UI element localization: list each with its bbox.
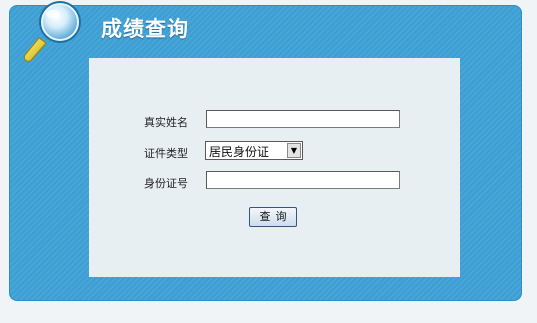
chevron-down-icon[interactable]: ▼ bbox=[287, 143, 301, 158]
id-type-selected-value: 居民身份证 bbox=[209, 145, 270, 159]
query-button[interactable]: 查询 bbox=[249, 207, 297, 227]
page: 成绩查询 真实姓名 证件类型 居民身份证 ▼ 身份证号 查询 bbox=[0, 0, 537, 323]
magnifier-icon bbox=[23, 1, 81, 62]
id-type-row: 证件类型 居民身份证 ▼ bbox=[89, 141, 460, 163]
query-form: 真实姓名 证件类型 居民身份证 ▼ 身份证号 查询 bbox=[89, 58, 460, 277]
id-type-label: 证件类型 bbox=[144, 147, 188, 160]
id-type-select[interactable]: 居民身份证 ▼ bbox=[205, 141, 303, 160]
real-name-row: 真实姓名 bbox=[89, 110, 460, 132]
id-number-label: 身份证号 bbox=[144, 177, 188, 190]
id-number-input[interactable] bbox=[206, 171, 400, 189]
page-title: 成绩查询 bbox=[101, 17, 189, 41]
real-name-input[interactable] bbox=[206, 110, 400, 128]
id-number-row: 身份证号 bbox=[89, 171, 460, 193]
real-name-label: 真实姓名 bbox=[144, 116, 188, 129]
